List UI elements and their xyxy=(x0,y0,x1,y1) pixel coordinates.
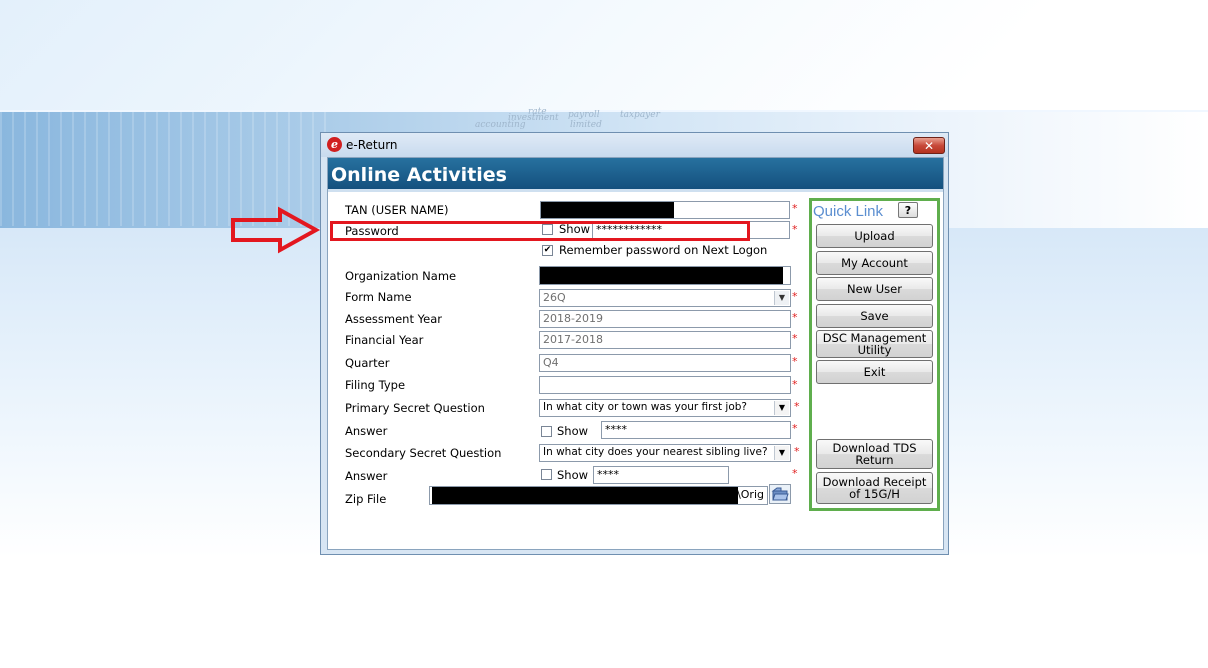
zip-file-label: Zip File xyxy=(345,492,387,506)
required-mark: * xyxy=(792,202,798,215)
financial-year-label: Financial Year xyxy=(345,333,424,347)
required-mark: * xyxy=(792,290,798,303)
answer1-show-label: Show xyxy=(557,424,589,438)
e-return-app-icon: e xyxy=(327,137,342,152)
answer2-input[interactable]: **** xyxy=(593,466,729,484)
form-name-value: 26Q xyxy=(543,291,566,304)
zip-file-path-tail: \Orig xyxy=(737,488,764,501)
quarter-input[interactable]: Q4 xyxy=(539,354,791,372)
window-title: e-Return xyxy=(346,138,398,152)
answer2-show-label: Show xyxy=(557,468,589,482)
close-button[interactable]: ✕ xyxy=(913,137,945,154)
window-titlebar[interactable]: e e-Return ✕ xyxy=(321,133,948,157)
quick-link-title: Quick Link xyxy=(813,203,884,220)
answer-label: Answer xyxy=(345,424,388,438)
red-arrow-annotation xyxy=(231,206,321,254)
filing-type-input[interactable] xyxy=(539,376,791,394)
organization-name-label: Organization Name xyxy=(345,269,457,283)
browse-folder-button[interactable] xyxy=(769,484,791,504)
download-receipt-15gh-button[interactable]: Download Receipt of 15G/H xyxy=(816,472,933,504)
financial-year-input[interactable]: 2017-2018 xyxy=(539,331,791,349)
assessment-year-input[interactable]: 2018-2019 xyxy=(539,310,791,328)
answer1-show-checkbox[interactable] xyxy=(541,426,552,437)
required-mark: * xyxy=(792,422,798,435)
exit-button[interactable]: Exit xyxy=(816,360,933,384)
primary-question-select[interactable]: In what city or town was your first job?… xyxy=(539,399,791,417)
redacted-organization xyxy=(540,267,783,284)
required-mark: * xyxy=(792,355,798,368)
form-name-label: Form Name xyxy=(345,290,412,304)
secondary-question-label: Secondary Secret Question xyxy=(345,446,502,460)
required-mark: * xyxy=(792,332,798,345)
answer2-show-checkbox[interactable] xyxy=(541,469,552,480)
chevron-down-icon: ▼ xyxy=(774,401,789,415)
save-button[interactable]: Save xyxy=(816,304,933,328)
my-account-button[interactable]: My Account xyxy=(816,251,933,275)
required-mark: * xyxy=(794,400,800,413)
primary-question-label: Primary Secret Question xyxy=(345,401,485,415)
remember-password-checkbox[interactable]: ✔ xyxy=(542,245,553,256)
help-button[interactable]: ? xyxy=(898,202,918,218)
secondary-question-value: In what city does your nearest sibling l… xyxy=(543,446,768,458)
redacted-tan xyxy=(541,202,674,218)
password-highlight-box xyxy=(330,221,750,241)
required-mark: * xyxy=(792,467,798,480)
e-return-window: e e-Return ✕ Online Activities TAN (USER… xyxy=(320,132,949,555)
required-mark: * xyxy=(792,378,798,391)
new-user-button[interactable]: New User xyxy=(816,277,933,301)
form-name-select[interactable]: 26Q ▼ xyxy=(539,289,791,307)
zip-file-input[interactable]: \Orig xyxy=(429,486,768,505)
answer1-input[interactable]: **** xyxy=(601,421,791,439)
answer-label: Answer xyxy=(345,469,388,483)
online-activities-panel: Online Activities TAN (USER NAME) * Pass… xyxy=(327,157,944,550)
download-tds-return-button[interactable]: Download TDS Return xyxy=(816,439,933,469)
quick-link-panel: Quick Link ? Upload My Account New User … xyxy=(809,198,940,511)
page-header: Online Activities xyxy=(328,158,943,192)
page-title: Online Activities xyxy=(331,164,507,186)
tan-label: TAN (USER NAME) xyxy=(345,203,449,217)
quarter-label: Quarter xyxy=(345,356,390,370)
desktop-background-top xyxy=(0,0,1208,110)
primary-question-value: In what city or town was your first job? xyxy=(543,401,747,413)
upload-button[interactable]: Upload xyxy=(816,224,933,248)
filing-type-label: Filing Type xyxy=(345,378,406,392)
assessment-year-label: Assessment Year xyxy=(345,312,442,326)
required-mark: * xyxy=(792,311,798,324)
organization-name-input[interactable] xyxy=(539,266,791,285)
chevron-down-icon: ▼ xyxy=(774,446,789,460)
redacted-zip-path xyxy=(432,487,738,504)
secondary-question-select[interactable]: In what city does your nearest sibling l… xyxy=(539,444,791,462)
remember-password-label: Remember password on Next Logon xyxy=(559,243,768,257)
tan-input[interactable] xyxy=(540,201,790,219)
dsc-management-utility-button[interactable]: DSC Management Utility xyxy=(816,330,933,358)
required-mark: * xyxy=(792,223,798,236)
folder-icon xyxy=(771,487,789,501)
chevron-down-icon: ▼ xyxy=(774,291,789,305)
required-mark: * xyxy=(794,445,800,458)
